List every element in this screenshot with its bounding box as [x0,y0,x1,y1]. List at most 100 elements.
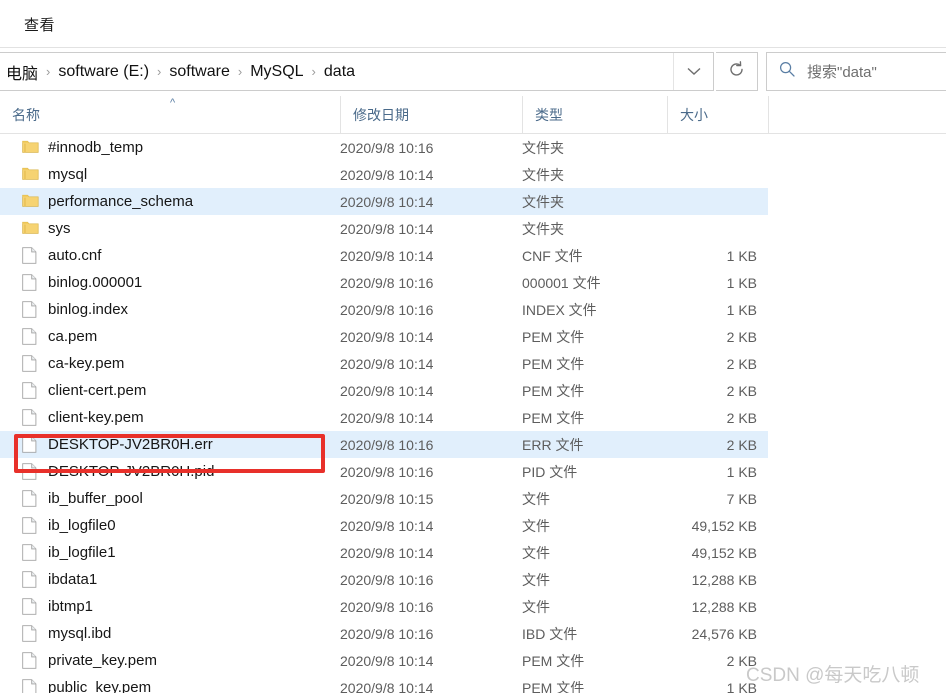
table-row[interactable]: ca.pem 2020/9/8 10:14 PEM 文件 2 KB [0,323,768,350]
cell-type: PEM 文件 [522,409,585,426]
cell-name: client-cert.pem [0,377,340,404]
file-icon [22,274,39,291]
table-row[interactable]: performance_schema 2020/9/8 10:14 文件夹 [0,188,768,215]
cell-type: 文件夹 [522,220,564,237]
cell-date-modified: 2020/9/8 10:14 [340,247,434,264]
file-list[interactable]: #innodb_temp 2020/9/8 10:16 文件夹 mysql 2020/9… [0,134,946,693]
cell-size: 2 KB [726,436,757,453]
column-header-name[interactable]: 名称 ^ [0,96,340,134]
table-row[interactable]: client-key.pem 2020/9/8 10:14 PEM 文件 2 KB [0,404,768,431]
table-row[interactable]: private_key.pem 2020/9/8 10:14 PEM 文件 2 KB [0,647,768,674]
tab-view[interactable]: 查看 [18,12,61,37]
chevron-right-icon: › [237,64,243,79]
file-name-label: #innodb_temp [48,139,144,156]
file-name-label: private_key.pem [48,652,157,669]
cell-size: 2 KB [726,652,757,669]
address-dropdown-button[interactable] [673,53,713,90]
search-input[interactable]: 搜索"data" [766,52,946,91]
file-icon [22,679,39,693]
breadcrumb: 电脑 › software (E:) › software › MySQL › … [1,53,673,90]
cell-name: auto.cnf [0,242,340,269]
cell-name: mysql [0,161,340,188]
table-row[interactable]: public_key.pem 2020/9/8 10:14 PEM 文件 1 KB [0,674,768,693]
cell-size [667,188,761,215]
table-row[interactable]: client-cert.pem 2020/9/8 10:14 PEM 文件 2 KB [0,377,768,404]
cell-size [667,161,761,188]
breadcrumb-item-drive[interactable]: software (E:) [53,60,154,84]
cell-type: 文件夹 [522,139,564,156]
file-icon [22,544,39,561]
cell-date-modified: 2020/9/8 10:16 [340,625,434,642]
cell-name: ca-key.pem [0,350,340,377]
cell-name: performance_schema [0,188,340,215]
cell-type: PEM 文件 [522,382,585,399]
table-row[interactable]: DESKTOP-JV2BR0H.err 2020/9/8 10:16 ERR 文件 2… [0,431,768,458]
file-name-label: mysql [48,166,88,183]
cell-type: IBD 文件 [522,625,578,642]
file-name-label: ca.pem [48,328,98,345]
cell-size: 1 KB [726,463,757,480]
ribbon-bar: 查看 [0,0,946,48]
cell-date-modified: 2020/9/8 10:14 [340,355,434,372]
cell-date-modified: 2020/9/8 10:14 [340,166,434,183]
table-row[interactable]: ca-key.pem 2020/9/8 10:14 PEM 文件 2 KB [0,350,768,377]
file-icon [22,652,39,669]
file-icon [22,598,39,615]
file-name-label: ca-key.pem [48,355,125,372]
cell-size: 24,576 KB [691,625,757,642]
chevron-right-icon: › [46,64,51,79]
search-icon [779,61,795,82]
breadcrumb-item-mysql[interactable]: MySQL [245,60,308,84]
chevron-down-icon [687,63,701,81]
table-row[interactable]: sys 2020/9/8 10:14 文件夹 [0,215,768,242]
cell-type: 文件夹 [522,166,564,183]
address-bar[interactable]: 电脑 › software (E:) › software › MySQL › … [0,52,714,91]
file-name-label: ib_logfile1 [48,544,116,561]
table-row[interactable]: ib_logfile1 2020/9/8 10:14 文件 49,152 KB [0,539,768,566]
table-row[interactable]: binlog.000001 2020/9/8 10:16 000001 文件 1 KB [0,269,768,296]
file-icon [22,625,39,642]
table-row[interactable]: ibtmp1 2020/9/8 10:16 文件 12,288 KB [0,593,768,620]
table-row[interactable]: ib_logfile0 2020/9/8 10:14 文件 49,152 KB [0,512,768,539]
refresh-button[interactable] [716,52,758,91]
cell-date-modified: 2020/9/8 10:14 [340,409,434,426]
cell-date-modified: 2020/9/8 10:16 [340,301,434,318]
cell-name: ib_logfile0 [0,512,340,539]
cell-name: DESKTOP-JV2BR0H.pid [0,458,340,485]
cell-name: DESKTOP-JV2BR0H.err [0,431,340,458]
table-row[interactable]: ib_buffer_pool 2020/9/8 10:15 文件 7 KB [0,485,768,512]
file-name-label: mysql.ibd [48,625,112,642]
table-row[interactable]: #innodb_temp 2020/9/8 10:16 文件夹 [0,134,768,161]
column-header-size[interactable]: 大小 [667,96,768,134]
breadcrumb-item-data[interactable]: data [319,60,360,84]
table-row[interactable]: mysql.ibd 2020/9/8 10:16 IBD 文件 24,576 KB [0,620,768,647]
cell-type: 文件 [522,571,550,588]
cell-name: binlog.index [0,296,340,323]
cell-type: 文件 [522,544,550,561]
cell-name: #innodb_temp [0,134,340,161]
cell-type: 000001 文件 [522,274,601,291]
cell-type: PEM 文件 [522,652,585,669]
table-row[interactable]: DESKTOP-JV2BR0H.pid 2020/9/8 10:16 PID 文件 1… [0,458,768,485]
cell-date-modified: 2020/9/8 10:15 [340,490,434,507]
file-icon [22,571,39,588]
cell-size: 2 KB [726,382,757,399]
cell-name: client-key.pem [0,404,340,431]
file-icon [22,301,39,318]
column-header-date-modified[interactable]: 修改日期 [340,96,522,134]
file-name-label: public_key.pem [48,679,152,693]
cell-type: 文件夹 [522,193,564,210]
breadcrumb-item-software[interactable]: software [164,60,234,84]
column-header-row: 名称 ^ 修改日期 类型 大小 [0,96,946,134]
cell-date-modified: 2020/9/8 10:14 [340,328,434,345]
file-name-label: auto.cnf [48,247,102,264]
file-icon [22,409,39,426]
cell-size: 7 KB [726,490,757,507]
column-header-type[interactable]: 类型 [522,96,667,134]
file-name-label: ibdata1 [48,571,98,588]
table-row[interactable]: mysql 2020/9/8 10:14 文件夹 [0,161,768,188]
table-row[interactable]: auto.cnf 2020/9/8 10:14 CNF 文件 1 KB [0,242,768,269]
breadcrumb-item-computer[interactable]: 电脑 [1,57,43,87]
table-row[interactable]: binlog.index 2020/9/8 10:16 INDEX 文件 1 KB [0,296,768,323]
table-row[interactable]: ibdata1 2020/9/8 10:16 文件 12,288 KB [0,566,768,593]
